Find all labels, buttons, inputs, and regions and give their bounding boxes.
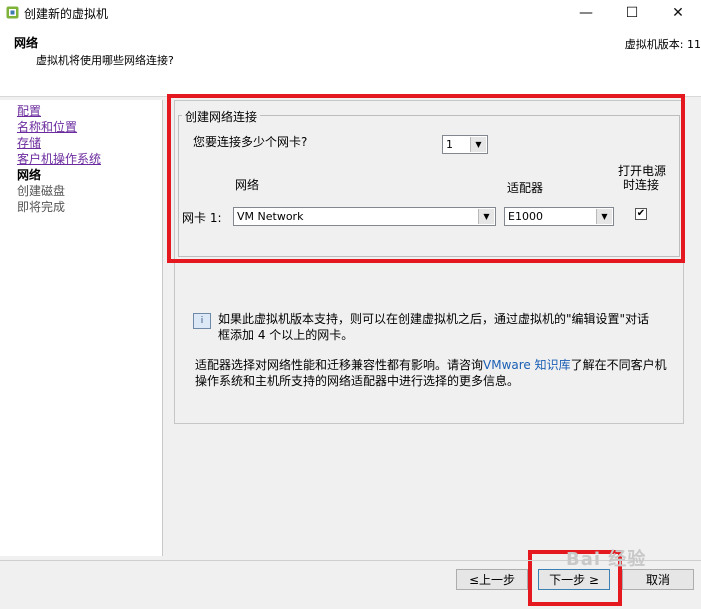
nav-step-ready: 即将完成 [17,200,66,214]
nic-1-adapter-select[interactable]: E1000 ▼ [504,207,614,226]
nav-step-create-disk: 创建磁盘 [17,184,66,198]
nav-step-config[interactable]: 配置 [17,103,41,119]
page-title: 网络 [14,36,39,50]
nav-step-network: 网络 [17,168,42,182]
nav-step-guest-os[interactable]: 客户机操作系统 [17,151,101,167]
maximize-icon: ☐ [625,5,639,21]
watermark: Bai 经验 [566,549,647,570]
adapter-column-header: 适配器 [507,181,544,195]
group-legend: 创建网络连接 [182,108,261,125]
chevron-down-icon: ▼ [596,209,612,224]
wizard-steps-nav: 配置 名称和位置 存储 客户机操作系统 网络 创建磁盘 即将完成 [0,100,163,556]
vmware-kb-link[interactable]: VMware 知识库 [483,358,571,372]
nav-step-storage[interactable]: 存储 [17,135,41,151]
adapter-note: 适配器选择对网络性能和迁移兼容性都有影响。请咨询VMware 知识库了解在不同客… [195,357,675,389]
vsphere-app-icon [6,6,19,19]
minimize-icon: — [579,5,593,21]
wizard-header: 网络 虚拟机将使用哪些网络连接? 虚拟机版本: 11 [0,26,701,97]
info-text: 如果此虚拟机版本支持，则可以在创建虚拟机之后，通过虚拟机的"编辑设置"对话框添加… [218,312,650,342]
power-on-column-header-line2: 时连接 [623,178,660,192]
nic-count-value: 1 [446,138,453,151]
chevron-down-icon: ▼ [478,209,494,224]
back-button[interactable]: ≤上一步 [456,569,528,590]
chevron-down-icon: ▼ [470,137,486,152]
nic-1-network-select[interactable]: VM Network ▼ [233,207,496,226]
network-column-header: 网络 [235,178,260,192]
cancel-button[interactable]: 取消 [622,569,694,590]
nic-count-select[interactable]: 1 ▼ [442,135,488,154]
nav-step-name-location[interactable]: 名称和位置 [17,119,77,135]
adapter-note-prefix: 适配器选择对网络性能和迁移兼容性都有影响。请咨询 [195,358,484,372]
checkmark-icon: ✔ [636,208,646,219]
info-icon: i [193,313,211,329]
nic-1-connect-at-power-on-checkbox[interactable]: ✔ [635,208,647,220]
nic-count-question: 您要连接多少个网卡? [193,135,308,149]
title-bar: 创建新的虚拟机 — ☐ ✕ [0,0,701,26]
nic-1-label: 网卡 1: [182,211,222,225]
nic-1-adapter-value: E1000 [508,210,543,223]
next-button[interactable]: 下一步 ≥ [538,569,610,590]
window-title: 创建新的虚拟机 [24,7,109,21]
nic-1-network-value: VM Network [237,210,304,223]
close-icon: ✕ [672,5,684,21]
page-subtitle: 虚拟机将使用哪些网络连接? [36,54,174,67]
minimize-button[interactable]: — [563,0,609,26]
vm-version-label: 虚拟机版本: 11 [624,38,701,51]
close-button[interactable]: ✕ [655,0,701,26]
maximize-button[interactable]: ☐ [609,0,655,26]
